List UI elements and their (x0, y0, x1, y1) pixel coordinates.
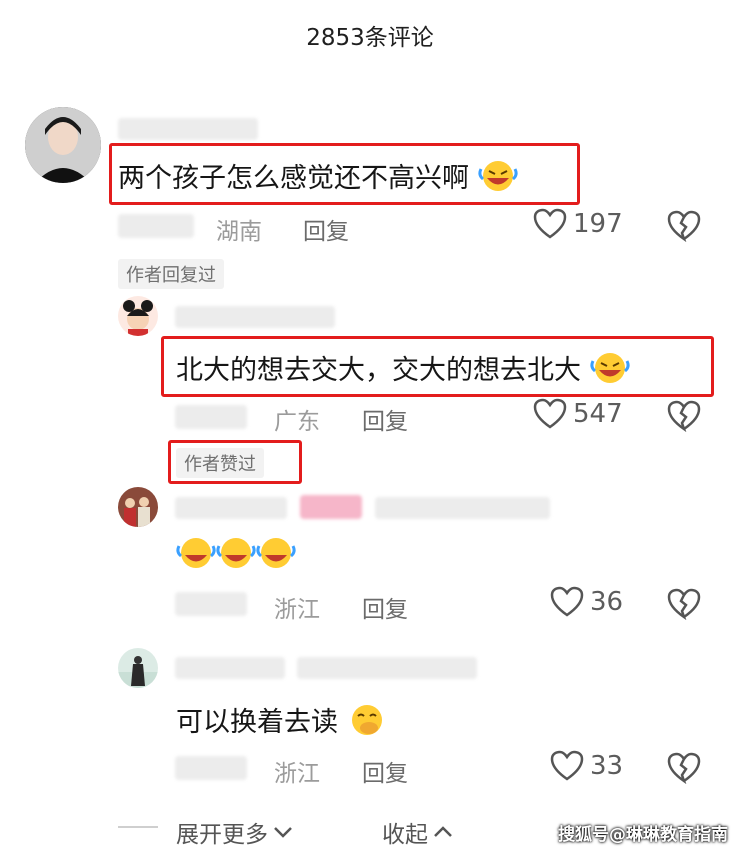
location-label: 湖南 (216, 219, 262, 245)
avatar[interactable] (118, 648, 158, 688)
blurred-username[interactable] (118, 118, 258, 140)
like-count: 36 (590, 587, 624, 617)
heart-icon (550, 586, 584, 617)
blurred-timestamp (175, 756, 247, 780)
dislike-broken-heart-icon[interactable] (667, 400, 701, 436)
giggle-emoji (347, 703, 387, 744)
like-button[interactable]: 33 (550, 750, 623, 782)
highlight-box (168, 440, 302, 484)
reply-button[interactable]: 回复 (362, 754, 408, 788)
location-label: 浙江 (274, 597, 320, 623)
heart-icon (550, 750, 584, 781)
blurred-extra (297, 657, 477, 679)
expand-more-button[interactable]: 展开更多 (176, 815, 294, 849)
comment-text: 可以换着去读 (176, 700, 387, 744)
expand-more-label: 展开更多 (176, 822, 268, 848)
highlight-box (161, 336, 714, 397)
blurred-username[interactable] (175, 657, 285, 679)
avatar[interactable] (118, 487, 158, 527)
blurred-timestamp (118, 214, 194, 238)
watermark: 搜狐号@琳琳教育指南 (558, 825, 728, 845)
divider (118, 826, 158, 828)
author-replied-tag: 作者回复过 (118, 259, 224, 289)
blurred-badge (300, 495, 362, 519)
blurred-timestamp (175, 405, 247, 429)
like-count: 33 (590, 751, 624, 781)
reply-button[interactable]: 回复 (303, 212, 349, 246)
reply-button[interactable]: 回复 (362, 402, 408, 436)
laughing-crying-emoji (176, 536, 296, 577)
collapse-button[interactable]: 收起 (382, 815, 454, 849)
dislike-broken-heart-icon[interactable] (667, 752, 701, 788)
dislike-broken-heart-icon[interactable] (667, 588, 701, 624)
reply-button[interactable]: 回复 (362, 590, 408, 624)
blurred-timestamp (175, 592, 247, 616)
blurred-username[interactable] (175, 497, 287, 519)
like-button[interactable]: 547 (533, 398, 623, 430)
chevron-up-icon (434, 826, 452, 837)
heart-icon (533, 398, 567, 429)
chevron-down-icon (274, 827, 292, 838)
comments-count-title: 2853条评论 (306, 25, 434, 51)
blurred-extra (375, 497, 550, 519)
like-count: 547 (573, 399, 623, 429)
location-label: 浙江 (274, 761, 320, 787)
like-button[interactable]: 36 (550, 586, 623, 618)
heart-icon (533, 208, 567, 239)
location-label: 广东 (274, 409, 320, 435)
avatar[interactable] (25, 107, 101, 183)
avatar[interactable] (118, 296, 158, 336)
dislike-broken-heart-icon[interactable] (667, 210, 701, 246)
collapse-label: 收起 (382, 822, 428, 848)
blurred-username[interactable] (175, 306, 335, 328)
comment-text (176, 536, 296, 577)
highlight-box (109, 143, 580, 205)
like-count: 197 (573, 209, 623, 239)
like-button[interactable]: 197 (533, 208, 623, 240)
